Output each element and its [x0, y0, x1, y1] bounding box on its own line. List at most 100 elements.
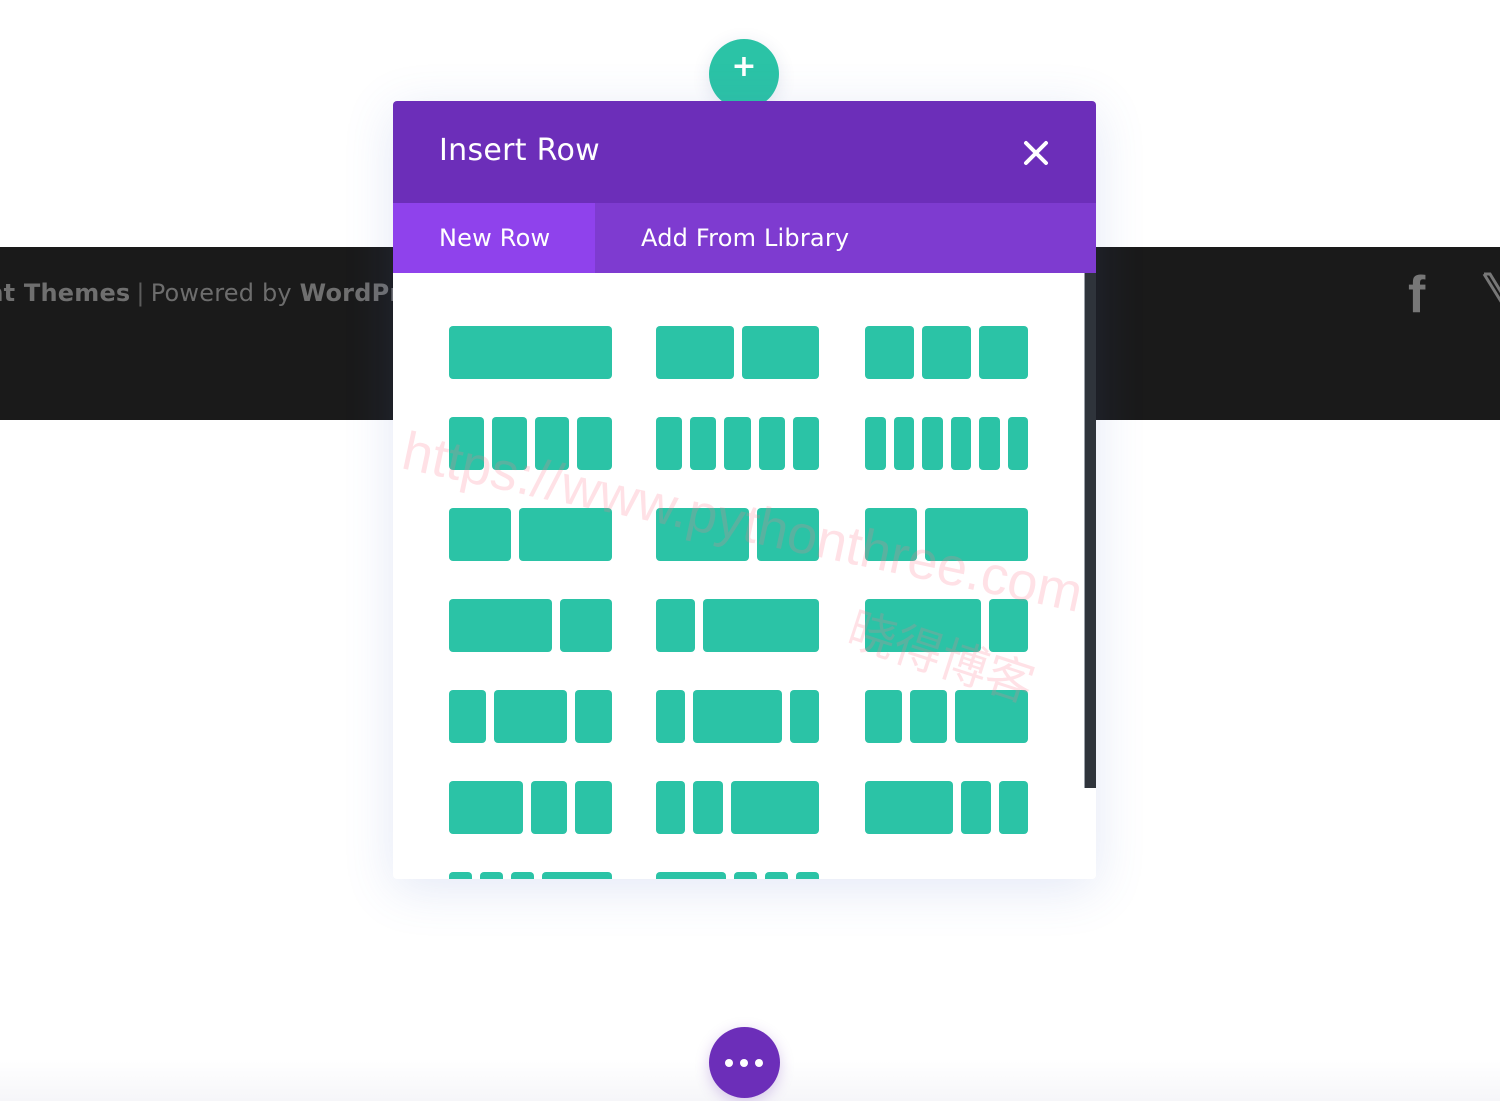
layout-column-block: [656, 326, 734, 379]
layout-column-block: [656, 690, 686, 743]
layout-column-block: [909, 690, 947, 743]
layout-column-block: [758, 417, 785, 470]
layout-column-block: [449, 690, 486, 743]
layout-option[interactable]: [449, 508, 612, 561]
layout-column-block: [530, 781, 568, 834]
layout-option[interactable]: [449, 326, 612, 379]
x-twitter-icon[interactable]: [1482, 272, 1500, 318]
layout-column-block: [534, 417, 570, 470]
layout-column-block: [693, 690, 782, 743]
layout-column-block: [922, 417, 943, 470]
layout-option[interactable]: [656, 508, 819, 561]
insert-row-modal: Insert Row New Row Add From Library: [393, 101, 1096, 879]
modal-title: Insert Row: [439, 133, 600, 168]
footer-brand-link[interactable]: ant Themes: [0, 279, 130, 307]
layout-column-block: [795, 872, 819, 879]
layout-option[interactable]: [656, 326, 819, 379]
layout-column-block: [741, 326, 819, 379]
layout-column-block: [950, 417, 971, 470]
layout-column-block: [954, 690, 1028, 743]
add-row-button[interactable]: +: [709, 39, 779, 109]
layout-column-block: [656, 599, 695, 652]
layout-column-block: [656, 872, 726, 879]
layout-column-block: [480, 872, 504, 879]
tab-add-from-library[interactable]: Add From Library: [595, 203, 1096, 273]
footer-credits: ant Themes|Powered by WordPr: [0, 279, 401, 307]
layout-column-block: [961, 781, 991, 834]
layout-option[interactable]: [656, 872, 819, 879]
layout-column-block: [491, 417, 527, 470]
layout-column-block: [493, 690, 568, 743]
layout-option[interactable]: [656, 599, 819, 652]
layout-column-block: [757, 508, 819, 561]
layout-column-block: [865, 599, 982, 652]
layout-column-block: [989, 599, 1028, 652]
layout-column-block: [865, 417, 886, 470]
layout-option[interactable]: [449, 417, 612, 470]
layout-option[interactable]: [865, 690, 1028, 743]
layout-column-block: [922, 326, 971, 379]
layout-column-block: [690, 417, 717, 470]
layout-option[interactable]: [656, 781, 819, 834]
layout-option[interactable]: [865, 781, 1028, 834]
layout-column-block: [764, 872, 788, 879]
layout-column-block: [865, 781, 954, 834]
layout-column-block: [542, 872, 612, 879]
scrollbar-thumb[interactable]: [1084, 273, 1096, 789]
footer-separator: |: [136, 279, 145, 307]
layout-option[interactable]: [865, 508, 1028, 561]
layout-column-block: [656, 781, 686, 834]
modal-tabs: New Row Add From Library: [393, 203, 1096, 273]
layout-option[interactable]: [449, 781, 612, 834]
layout-column-block: [733, 872, 757, 879]
layout-column-block: [979, 417, 1000, 470]
plus-icon: +: [731, 49, 757, 84]
more-options-button[interactable]: [709, 1027, 780, 1098]
layout-column-block: [575, 690, 612, 743]
layout-option[interactable]: [656, 690, 819, 743]
layout-column-block: [865, 690, 902, 743]
footer-powered-text: Powered by: [150, 279, 292, 307]
layout-column-block: [656, 508, 749, 561]
layout-column-block: [865, 508, 917, 561]
layout-column-block: [511, 872, 535, 879]
layout-column-block: [1007, 417, 1028, 470]
layout-column-block: [449, 781, 523, 834]
layout-column-block: [449, 417, 484, 470]
layout-column-block: [789, 690, 819, 743]
layout-option[interactable]: [449, 872, 612, 879]
layout-column-block: [560, 599, 612, 652]
layout-column-block: [730, 781, 819, 834]
layout-column-block: [979, 326, 1028, 379]
more-dots-icon: [740, 1059, 748, 1067]
layout-column-block: [519, 508, 612, 561]
layout-option[interactable]: [449, 690, 612, 743]
layout-column-block: [998, 781, 1028, 834]
layout-column-block: [792, 417, 819, 470]
layout-column-block: [865, 326, 914, 379]
layout-column-block: [656, 417, 683, 470]
layout-column-block: [449, 599, 553, 652]
footer-platform-link[interactable]: WordPr: [300, 279, 402, 307]
layout-column-block: [893, 417, 914, 470]
layout-grid: [393, 273, 1096, 879]
layout-option[interactable]: [865, 417, 1028, 470]
layout-option[interactable]: [449, 599, 612, 652]
layout-column-block: [693, 781, 723, 834]
layout-option[interactable]: [656, 417, 819, 470]
layout-column-block: [577, 417, 612, 470]
layout-column-block: [449, 326, 612, 379]
layout-option[interactable]: [865, 599, 1028, 652]
more-dots-icon: [755, 1059, 763, 1067]
close-icon[interactable]: [1021, 138, 1051, 168]
layout-column-block: [702, 599, 819, 652]
layout-column-block: [924, 508, 1028, 561]
layout-column-block: [575, 781, 612, 834]
modal-header: Insert Row: [393, 101, 1096, 203]
layout-column-block: [449, 508, 511, 561]
layout-column-block: [724, 417, 751, 470]
facebook-icon[interactable]: f: [1408, 269, 1438, 321]
tab-new-row[interactable]: New Row: [393, 203, 595, 273]
layout-option[interactable]: [865, 326, 1028, 379]
layout-column-block: [449, 872, 473, 879]
